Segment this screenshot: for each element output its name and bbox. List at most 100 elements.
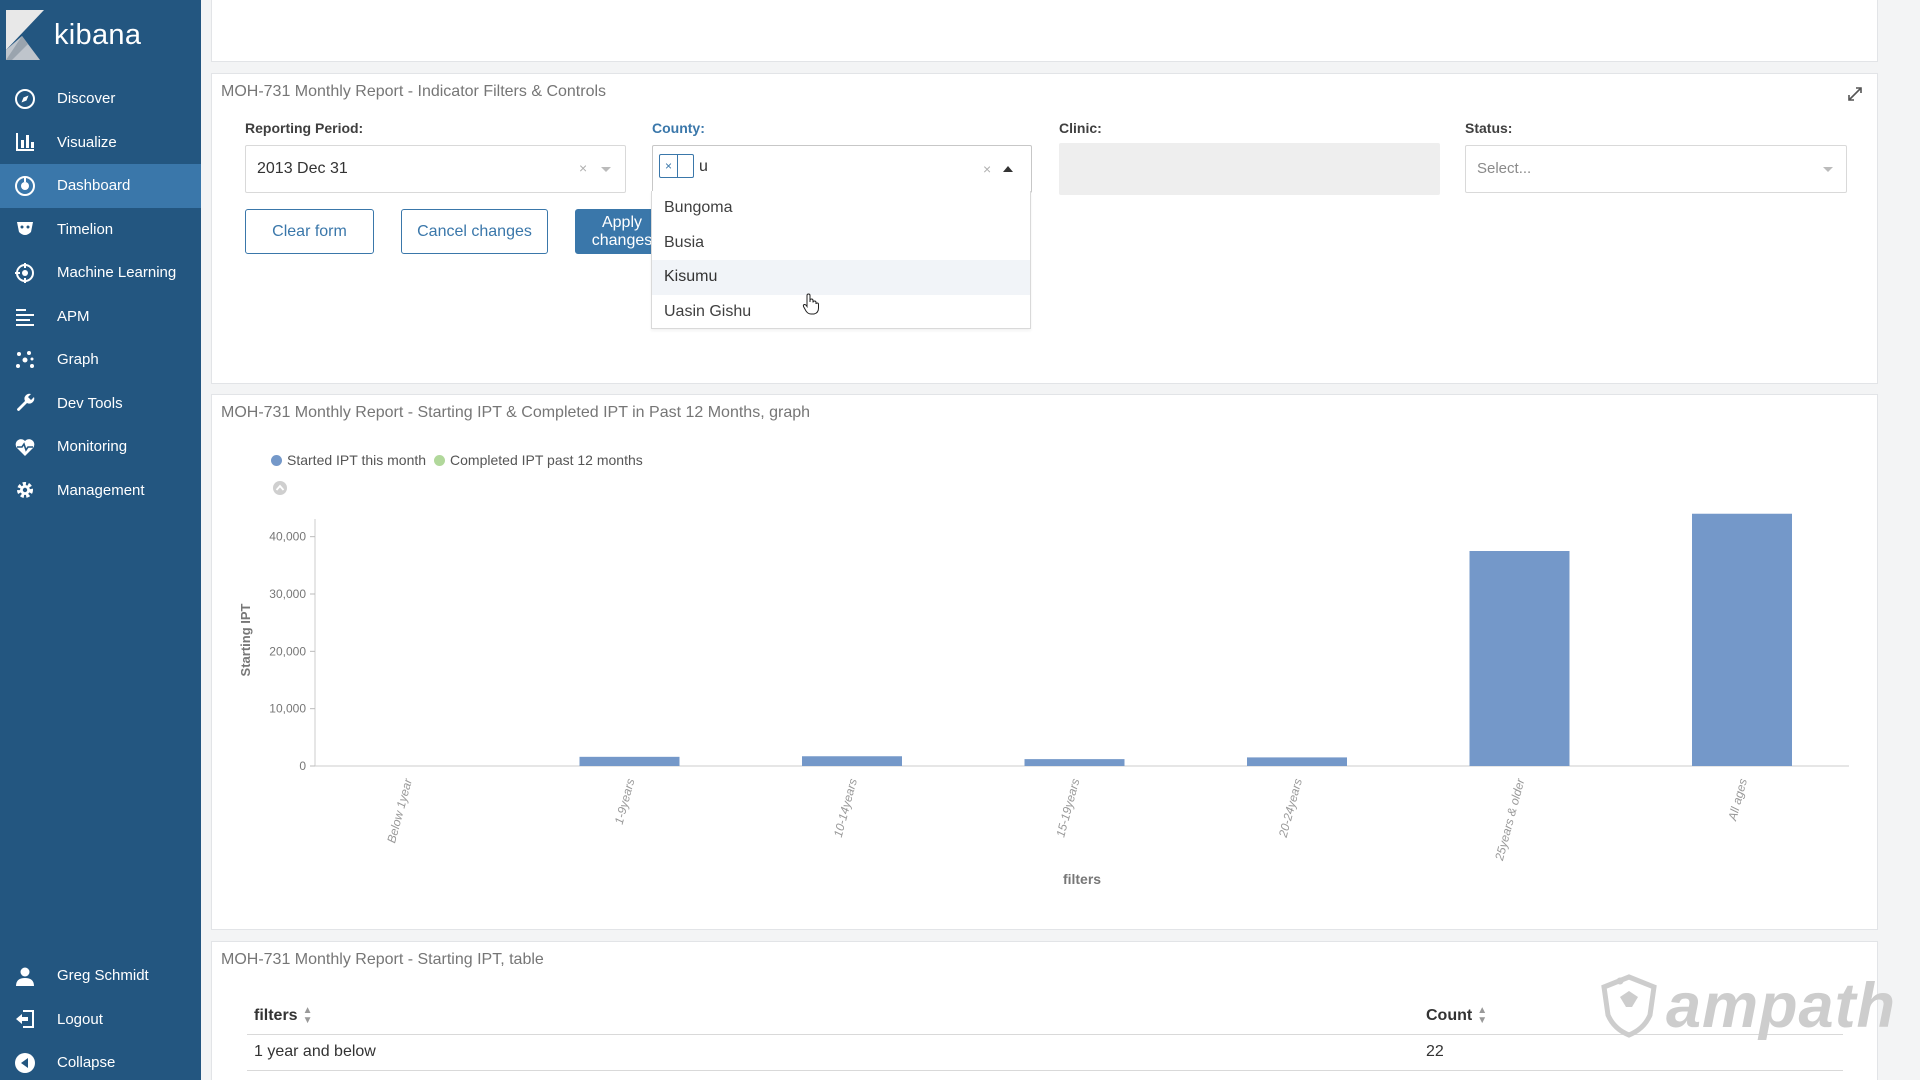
sidebar-item-logout[interactable]: Logout bbox=[0, 998, 201, 1042]
x-axis-label: filters bbox=[1063, 871, 1101, 887]
table-divider bbox=[247, 1070, 1843, 1071]
county-dropdown-menu: Bungoma Busia Kisumu Uasin Gishu bbox=[651, 191, 1031, 329]
heartbeat-icon bbox=[13, 435, 37, 459]
county-search-input[interactable]: u bbox=[699, 158, 708, 176]
sidebar-item-label: Visualize bbox=[57, 133, 117, 151]
bar[interactable] bbox=[1024, 759, 1125, 766]
cancel-changes-button[interactable]: Cancel changes bbox=[401, 209, 548, 254]
sidebar-bottom: Greg Schmidt Logout Collapse bbox=[0, 954, 201, 1080]
column-header-count[interactable]: Count ▲ ▼ bbox=[1426, 1006, 1487, 1026]
clear-icon[interactable]: × bbox=[983, 161, 991, 177]
graph-icon bbox=[13, 348, 37, 372]
timelion-icon bbox=[13, 217, 37, 241]
column-header-filters[interactable]: filters ▲ ▼ bbox=[254, 1006, 312, 1026]
sidebar-item-management[interactable]: Management bbox=[0, 469, 201, 513]
clear-icon[interactable]: × bbox=[579, 160, 587, 176]
county-select[interactable]: × u × bbox=[652, 145, 1032, 193]
sort-icon: ▲ ▼ bbox=[1477, 1005, 1488, 1026]
chevron-down-icon bbox=[1823, 167, 1833, 172]
sidebar-item-label: Discover bbox=[57, 90, 116, 108]
sidebar-item-label: Greg Schmidt bbox=[57, 967, 149, 985]
sidebar-item-label: Machine Learning bbox=[57, 264, 177, 282]
sidebar-item-label: APM bbox=[57, 307, 90, 325]
x-tick-label: 10-14years bbox=[831, 777, 860, 839]
sidebar-item-dashboard[interactable]: Dashboard bbox=[0, 164, 201, 208]
sidebar-item-label: Dashboard bbox=[57, 177, 131, 195]
status-select[interactable]: Select... bbox=[1465, 145, 1847, 193]
county-label: County: bbox=[652, 120, 705, 136]
bar[interactable] bbox=[1692, 513, 1792, 766]
status-placeholder: Select... bbox=[1477, 160, 1532, 177]
reporting-period-select[interactable]: 2013 Dec 31 × bbox=[245, 145, 626, 193]
sidebar-item-dev-tools[interactable]: Dev Tools bbox=[0, 382, 201, 426]
sidebar-item-collapse[interactable]: Collapse bbox=[0, 1041, 201, 1080]
dropdown-option[interactable]: Bungoma bbox=[652, 191, 1030, 226]
chevron-up-icon[interactable] bbox=[1003, 166, 1013, 172]
user-icon bbox=[13, 964, 37, 988]
chevron-down-icon bbox=[601, 167, 611, 172]
logout-icon bbox=[13, 1007, 37, 1031]
clear-form-button[interactable]: Clear form bbox=[245, 209, 374, 254]
x-tick-label: Below 1year bbox=[384, 776, 415, 844]
bar[interactable] bbox=[1247, 757, 1347, 766]
chart-panel: MOH-731 Monthly Report - Starting IPT & … bbox=[211, 394, 1878, 930]
y-tick-label: 0 bbox=[299, 759, 306, 773]
dropdown-option[interactable]: Kisumu bbox=[652, 260, 1030, 295]
brand[interactable]: kibana bbox=[6, 10, 141, 60]
apply-changes-button[interactable]: Apply changes bbox=[575, 209, 655, 254]
x-tick-label: 1-9years bbox=[612, 777, 638, 826]
brand-name: kibana bbox=[54, 18, 142, 51]
x-tick-label: 20-24years bbox=[1276, 777, 1305, 840]
watermark-text: ampath bbox=[1666, 971, 1897, 1041]
column-header-label: Count bbox=[1426, 1007, 1473, 1024]
column-header-label: filters bbox=[254, 1007, 298, 1024]
sidebar-item-label: Timelion bbox=[57, 220, 114, 238]
table-cell-filter: 1 year and below bbox=[254, 1043, 376, 1060]
sidebar-item-monitoring[interactable]: Monitoring bbox=[0, 425, 201, 469]
bar-chart-icon bbox=[13, 130, 37, 154]
bar[interactable] bbox=[1469, 551, 1570, 766]
clinic-label: Clinic: bbox=[1059, 120, 1102, 136]
y-tick-label: 40,000 bbox=[269, 530, 306, 544]
table-cell-count: 22 bbox=[1426, 1043, 1444, 1060]
sidebar-item-timelion[interactable]: Timelion bbox=[0, 208, 201, 252]
gear-icon bbox=[13, 478, 37, 502]
wrench-icon bbox=[13, 391, 37, 415]
dropdown-option[interactable]: Uasin Gishu bbox=[652, 295, 1030, 330]
y-tick-label: 10,000 bbox=[269, 702, 306, 716]
expand-icon[interactable] bbox=[1847, 86, 1863, 102]
sidebar-item-user[interactable]: Greg Schmidt bbox=[0, 954, 201, 998]
sort-icon: ▲ ▼ bbox=[302, 1005, 313, 1026]
dashboard-icon bbox=[13, 174, 37, 198]
tag-remove-icon[interactable]: × bbox=[660, 155, 678, 177]
collapse-icon bbox=[13, 1051, 37, 1075]
ampath-logo-icon bbox=[1601, 974, 1657, 1038]
panel-title: MOH-731 Monthly Report - Starting IPT, t… bbox=[221, 951, 544, 968]
sidebar-item-label: Dev Tools bbox=[57, 394, 123, 412]
machine-learning-icon bbox=[13, 261, 37, 285]
sidebar-nav: Discover Visualize Dashboard Timelion Ma… bbox=[0, 77, 201, 512]
empty-panel bbox=[211, 0, 1878, 62]
bar[interactable] bbox=[802, 756, 902, 766]
sidebar-item-visualize[interactable]: Visualize bbox=[0, 121, 201, 165]
bar[interactable] bbox=[579, 756, 680, 766]
sidebar-item-label: Collapse bbox=[57, 1054, 116, 1072]
sidebar-item-discover[interactable]: Discover bbox=[0, 77, 201, 121]
hand-cursor-icon bbox=[802, 293, 819, 315]
sidebar: kibana Discover Visualize Dashboard Time… bbox=[0, 0, 201, 1080]
sidebar-item-graph[interactable]: Graph bbox=[0, 338, 201, 382]
status-label: Status: bbox=[1465, 120, 1513, 136]
controls-panel: MOH-731 Monthly Report - Indicator Filte… bbox=[211, 73, 1878, 384]
bar-chart: 0 10,000 20,000 30,000 40,000 Starting IPT fil… bbox=[238, 513, 1849, 887]
ampath-watermark: ampath bbox=[1598, 970, 1896, 1042]
dropdown-option[interactable]: Busia bbox=[652, 226, 1030, 261]
x-tick-label: 15-19years bbox=[1053, 777, 1082, 839]
y-tick-label: 20,000 bbox=[269, 644, 306, 658]
sidebar-item-machine-learning[interactable]: Machine Learning bbox=[0, 251, 201, 295]
kibana-logo-icon bbox=[6, 10, 44, 60]
x-tick-label: 25years & older bbox=[1492, 776, 1528, 863]
reporting-period-label: Reporting Period: bbox=[245, 120, 364, 136]
sidebar-item-apm[interactable]: APM bbox=[0, 295, 201, 339]
panel-title: MOH-731 Monthly Report - Indicator Filte… bbox=[221, 83, 607, 100]
selected-tag[interactable]: × bbox=[659, 154, 694, 178]
